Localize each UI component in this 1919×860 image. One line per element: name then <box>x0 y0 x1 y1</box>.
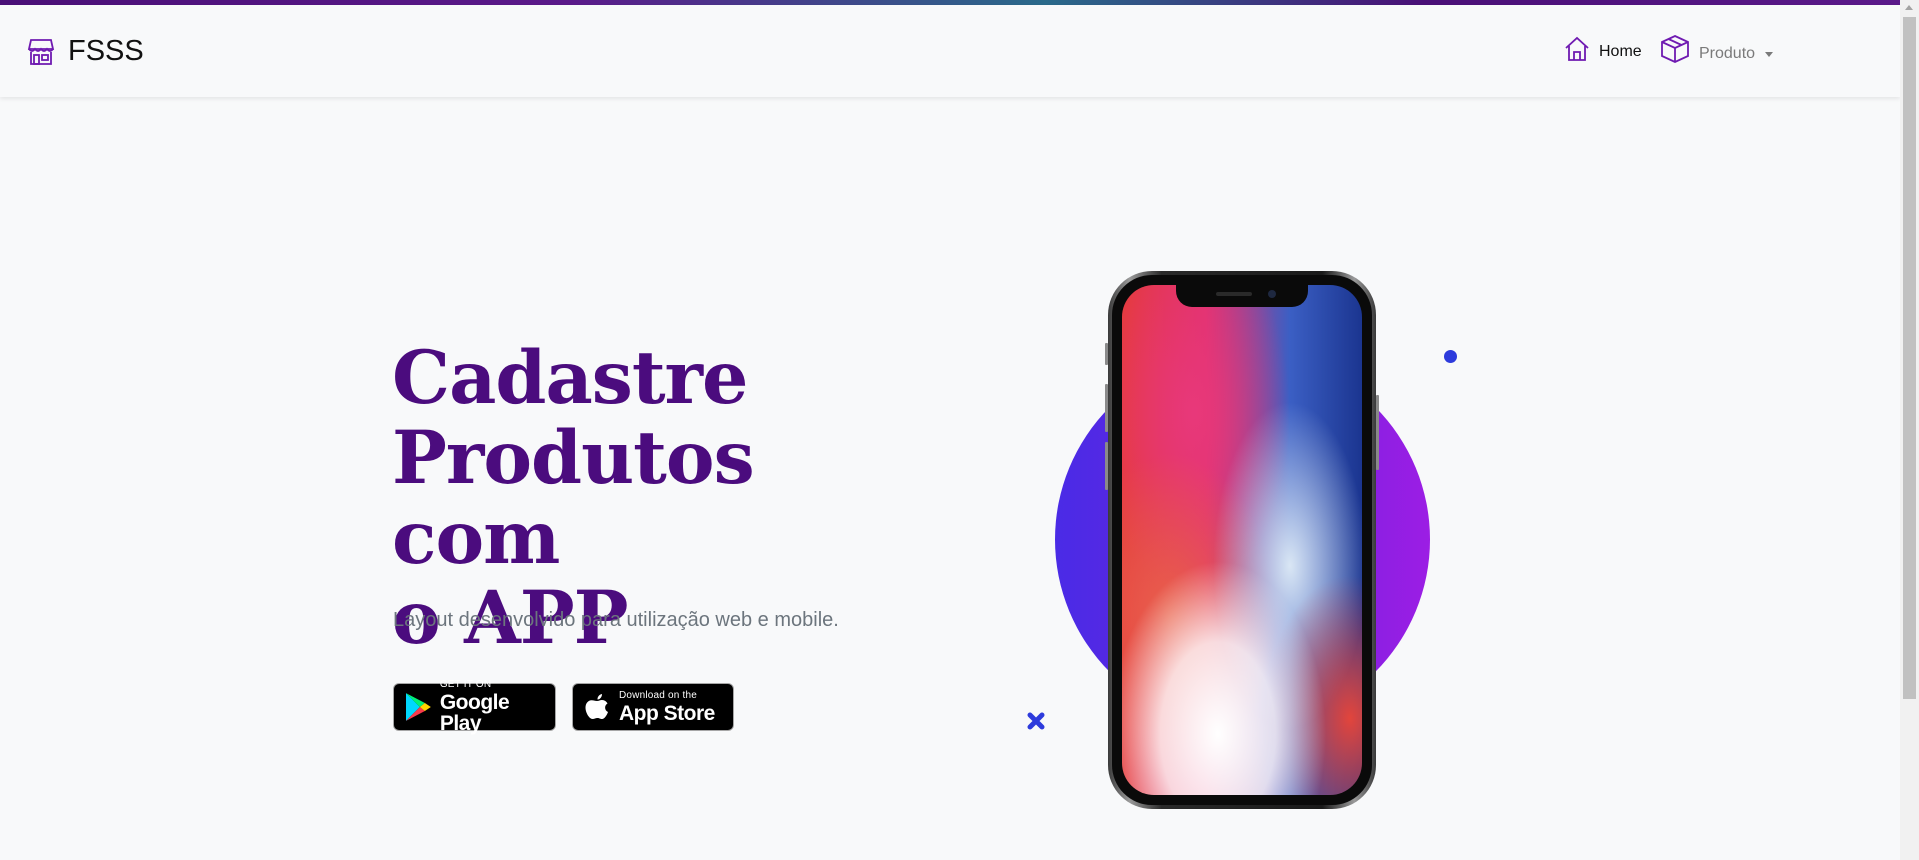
app-store-text: Download on the App Store <box>619 689 715 725</box>
caret-down-icon <box>1765 52 1774 57</box>
scroll-up-icon[interactable] <box>1905 5 1913 10</box>
google-play-big-label: Google Play <box>439 691 510 735</box>
google-play-text: GET IT ON Google Play <box>439 679 555 735</box>
nav-home[interactable]: Home <box>1563 35 1642 63</box>
apple-icon <box>585 694 608 719</box>
decorative-cross-icon <box>1027 712 1045 730</box>
scrollbar[interactable] <box>1900 0 1919 860</box>
hero-subtitle: Layout desenvolvido para utilização web … <box>393 609 839 631</box>
brand-name: FSSS <box>68 35 144 67</box>
navbar: FSSS Home Produto <box>0 5 1900 97</box>
phone-bezel <box>1112 275 1372 805</box>
app-store-button[interactable]: Download on the App Store <box>572 683 734 731</box>
nav-produto-label: Produto <box>1699 45 1756 62</box>
phone-mockup <box>1108 271 1376 809</box>
scroll-thumb[interactable] <box>1903 17 1916 699</box>
app-store-small-label: Download on the <box>619 689 698 701</box>
google-play-small-label: GET IT ON <box>439 679 492 690</box>
brand-link[interactable]: FSSS <box>26 35 144 68</box>
house-icon <box>1565 36 1589 61</box>
shop-icon <box>27 38 55 65</box>
phone-side-button-right <box>1376 395 1379 470</box>
phone-notch <box>1176 285 1308 307</box>
phone-camera <box>1268 290 1276 298</box>
app-store-big-label: App Store <box>619 701 715 725</box>
phone-speaker <box>1216 292 1252 296</box>
hero-title-line2: Produtos com <box>392 415 755 581</box>
decorative-dot <box>1444 350 1457 363</box>
google-play-button[interactable]: GET IT ON Google Play <box>393 679 556 735</box>
google-play-icon <box>405 693 431 721</box>
nav-home-label: Home <box>1599 43 1642 60</box>
hero-title-line1: Cadastre <box>392 335 748 421</box>
nav-produto-dropdown[interactable]: Produto <box>1659 33 1774 65</box>
phone-screen-wallpaper <box>1122 285 1362 795</box>
box-icon <box>1661 35 1689 63</box>
